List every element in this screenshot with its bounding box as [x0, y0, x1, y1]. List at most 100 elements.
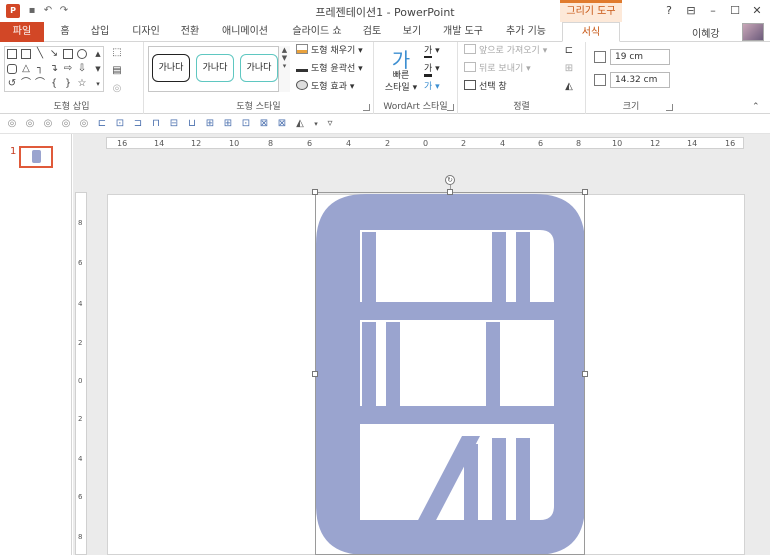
text-box-icon[interactable]: ▤: [112, 66, 122, 76]
tab-design[interactable]: 디자인: [128, 22, 164, 42]
text-outline-button[interactable]: 가 ▾: [424, 62, 440, 77]
shape-height-field[interactable]: 19 cm: [610, 49, 670, 65]
tab-format[interactable]: 서식: [562, 22, 620, 42]
align-right-icon[interactable]: ⊐: [132, 118, 144, 130]
resize-handle-right[interactable]: [582, 371, 588, 377]
star-shape-icon[interactable]: ☆: [77, 79, 87, 89]
align-icon[interactable]: ⊏: [564, 46, 574, 56]
rectangle-shape-icon[interactable]: [63, 49, 73, 59]
minimize-button[interactable]: –: [702, 2, 724, 20]
gallery-down-icon[interactable]: ▼: [93, 64, 103, 74]
selection-pane-button[interactable]: 선택 창: [464, 80, 507, 94]
shape-effects-button[interactable]: 도형 효과 ▾: [296, 80, 354, 94]
text-effects-button[interactable]: 가 ▾: [424, 80, 440, 94]
send-backward-button[interactable]: 뒤로 보내기 ▾: [464, 62, 531, 76]
bring-front-icon[interactable]: ⊠: [258, 118, 270, 130]
group-label-insert-shapes: 도형 삽입: [53, 102, 90, 112]
bring-forward-button[interactable]: 앞으로 가져오기 ▾: [464, 44, 547, 58]
brace-shape-icon[interactable]: {: [49, 79, 59, 89]
merge-combine-icon[interactable]: ◎: [24, 118, 36, 130]
shape-outline-button[interactable]: 도형 윤곽선 ▾: [296, 62, 363, 76]
merge-subtract-icon[interactable]: ◎: [78, 118, 90, 130]
curve-shape-icon[interactable]: ⌒: [21, 79, 31, 89]
send-back-icon[interactable]: ⊠: [276, 118, 288, 130]
rotate-icon[interactable]: ◭: [564, 82, 574, 92]
shape-width-field[interactable]: 14.32 cm: [610, 72, 670, 88]
user-name[interactable]: 이혜강: [692, 25, 720, 40]
text-fill-button[interactable]: 가 ▾: [424, 44, 440, 58]
brace-close-shape-icon[interactable]: }: [63, 79, 73, 89]
tab-view[interactable]: 보기: [400, 22, 424, 42]
tab-home[interactable]: 홈: [54, 22, 76, 42]
resize-handle-top-right[interactable]: [582, 189, 588, 195]
line-shape-icon[interactable]: ╲: [35, 49, 45, 59]
group-objects-icon[interactable]: ⊞: [564, 64, 574, 74]
resize-handle-top[interactable]: [447, 189, 453, 195]
shape-style-thumb[interactable]: 가나다: [196, 54, 234, 82]
ribbon-display-options-button[interactable]: ⊟: [680, 2, 702, 20]
size-icon[interactable]: ⊡: [240, 118, 252, 130]
tab-add-ins[interactable]: 추가 기능: [502, 22, 550, 42]
right-arrow-shape-icon[interactable]: ⇨: [63, 64, 73, 74]
help-button[interactable]: ?: [658, 2, 680, 20]
tab-review[interactable]: 검토: [360, 22, 384, 42]
align-left-icon[interactable]: ⊏: [96, 118, 108, 130]
elbow-connector-shape-icon[interactable]: ┐: [35, 64, 45, 74]
toolbar-dropdown-icon[interactable]: ▾: [310, 118, 322, 130]
align-center-icon[interactable]: ⊡: [114, 118, 126, 130]
shape-gallery[interactable]: ╲ ↘ △ ┐ ↴ ⇨ ⇩ ↺ ⌒ ⌒ { } ☆ ▲ ▼ ▾: [4, 46, 104, 92]
avatar[interactable]: [742, 23, 764, 41]
dialog-launcher-icon[interactable]: [447, 104, 454, 111]
tab-developer[interactable]: 개발 도구: [440, 22, 486, 42]
resize-handle-left[interactable]: [312, 371, 318, 377]
quick-styles-button[interactable]: 빠른 스타일 ▾: [384, 70, 418, 94]
shape-style-thumb[interactable]: 가나다: [152, 54, 190, 82]
shape-style-thumb[interactable]: 가나다: [240, 54, 278, 82]
rounded-rectangle-shape-icon[interactable]: [7, 64, 17, 74]
shape-fill-button[interactable]: 도형 채우기 ▾: [296, 44, 363, 58]
distribute-vertical-icon[interactable]: ⊞: [222, 118, 234, 130]
arrow-line-shape-icon[interactable]: ↘: [49, 49, 59, 59]
rotate-flip-icon[interactable]: ◭: [294, 118, 306, 130]
customize-toolbar-icon[interactable]: ▿: [324, 118, 336, 130]
edit-shape-icon[interactable]: ⬚: [112, 48, 122, 58]
merge-shapes-icon[interactable]: ◎: [112, 84, 122, 94]
selection-box: [315, 192, 585, 555]
elbow-arrow-shape-icon[interactable]: ↴: [49, 64, 59, 74]
rotate-handle-icon[interactable]: ↻: [445, 175, 455, 185]
align-middle-icon[interactable]: ⊟: [168, 118, 180, 130]
close-button[interactable]: ✕: [746, 2, 768, 20]
shape-style-scroll[interactable]: ▲ ▼ ▾: [278, 46, 290, 92]
ruler-tick: 4: [78, 300, 83, 308]
merge-fragment-icon[interactable]: ◎: [42, 118, 54, 130]
collapse-ribbon-icon[interactable]: ⌃: [752, 102, 760, 112]
freeform-shape-icon[interactable]: ↺: [7, 79, 17, 89]
tab-file[interactable]: 파일: [0, 22, 44, 42]
slide-thumbnail[interactable]: [19, 146, 53, 168]
ruler-tick: 8: [268, 139, 274, 148]
distribute-horizontal-icon[interactable]: ⊞: [204, 118, 216, 130]
triangle-shape-icon[interactable]: △: [21, 64, 31, 74]
vertical-textbox-shape-icon[interactable]: [21, 49, 31, 59]
tab-transitions[interactable]: 전환: [176, 22, 204, 42]
merge-intersect-icon[interactable]: ◎: [60, 118, 72, 130]
arc-shape-icon[interactable]: ⌒: [35, 79, 45, 89]
align-bottom-icon[interactable]: ⊔: [186, 118, 198, 130]
tab-animations[interactable]: 애니메이션: [220, 22, 270, 42]
oval-shape-icon[interactable]: [77, 49, 87, 59]
quick-styles-icon[interactable]: 가: [386, 44, 416, 72]
gallery-up-icon[interactable]: ▲: [93, 49, 103, 59]
textbox-shape-icon[interactable]: [7, 49, 17, 59]
resize-handle-top-left[interactable]: [312, 189, 318, 195]
merge-union-icon[interactable]: ◎: [6, 118, 18, 130]
tab-insert[interactable]: 삽입: [86, 22, 114, 42]
gallery-more-icon[interactable]: ▾: [93, 79, 103, 89]
down-arrow-shape-icon[interactable]: ⇩: [77, 64, 87, 74]
ruler-tick: 16: [725, 139, 736, 148]
dialog-launcher-icon[interactable]: [363, 104, 370, 111]
dialog-launcher-icon[interactable]: [666, 104, 673, 111]
group-label-size: 크기: [622, 102, 640, 112]
align-top-icon[interactable]: ⊓: [150, 118, 162, 130]
tab-slide-show[interactable]: 슬라이드 쇼: [288, 22, 346, 42]
maximize-button[interactable]: ☐: [724, 2, 746, 20]
